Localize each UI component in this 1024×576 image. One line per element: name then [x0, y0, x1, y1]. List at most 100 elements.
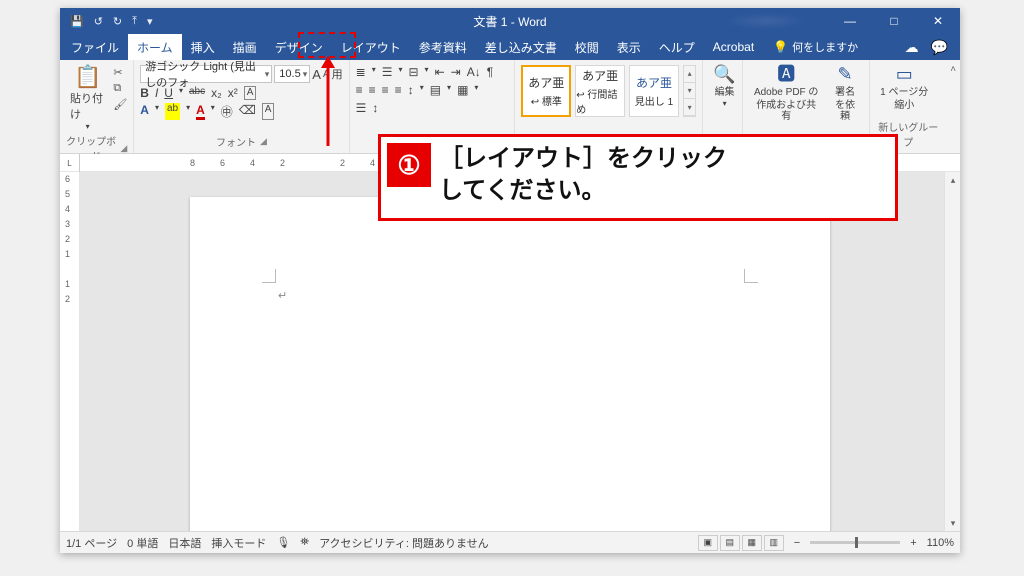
scroll-down-icon[interactable]: ▾: [945, 515, 960, 531]
margin-corner-tr: [744, 269, 758, 283]
undo-icon[interactable]: ↺: [94, 15, 103, 28]
minimize-button[interactable]: —: [828, 8, 872, 34]
highlight-button[interactable]: ab: [165, 103, 180, 120]
tab-draw[interactable]: 描画: [224, 34, 266, 60]
styles-scroll[interactable]: ▴▾▾: [683, 65, 696, 117]
tab-references[interactable]: 参考資料: [410, 34, 476, 60]
status-page[interactable]: 1/1 ページ: [66, 535, 117, 551]
enclose-char-button[interactable]: ㊥: [221, 103, 233, 120]
copy-icon[interactable]: ⧉: [113, 82, 127, 95]
view-buttons: ▣ ▤ ▦ ▥: [698, 535, 784, 551]
font-launcher-icon[interactable]: ◢: [260, 136, 267, 147]
document-canvas[interactable]: ↵: [80, 172, 944, 531]
qat-more-icon[interactable]: ▾: [147, 15, 153, 28]
record-icon[interactable]: 🎙: [276, 536, 290, 549]
multilevel-button[interactable]: ⊟: [408, 65, 418, 79]
redo-icon[interactable]: ↻: [113, 15, 122, 28]
tab-acrobat[interactable]: Acrobat: [704, 34, 763, 60]
annotation-callout: ① ［レイアウト］をクリック してください。: [378, 134, 898, 221]
editing-button[interactable]: 🔍編集▾: [709, 62, 739, 109]
ribbon-collapse-icon[interactable]: ˄: [946, 60, 960, 153]
zoom-out-button[interactable]: −: [794, 537, 800, 549]
zoom-slider[interactable]: [810, 541, 900, 544]
word-window: 💾 ↺ ↻ ⤒ ▾ 文書 1 - Word — □ ✕ ファイル ホーム 挿入 …: [60, 8, 960, 553]
focus-view-button[interactable]: ▣: [698, 535, 718, 551]
paste-button[interactable]: 📋 貼り付け ▾: [66, 62, 109, 133]
save-icon[interactable]: 💾: [70, 15, 84, 28]
font-name-combo[interactable]: 游ゴシック Light (見出しのフォ: [140, 65, 272, 83]
vertical-scrollbar[interactable]: ▴ ▾: [944, 172, 960, 531]
tab-insert[interactable]: 挿入: [182, 34, 224, 60]
bulb-icon: 💡: [773, 40, 788, 54]
feedback-icon[interactable]: 💬: [931, 39, 948, 56]
close-button[interactable]: ✕: [916, 8, 960, 34]
style-nospacing[interactable]: あア亜 ↩ 行間詰め: [575, 65, 625, 117]
group-clipboard: 📋 貼り付け ▾ ✂ ⧉ 🖌 クリップボード◢: [60, 60, 134, 153]
zoom-in-button[interactable]: +: [910, 537, 916, 549]
status-accessibility[interactable]: アクセシビリティ: 問題ありません: [319, 535, 489, 551]
text-direction-button[interactable]: ↕: [372, 101, 378, 115]
tab-view[interactable]: 表示: [608, 34, 650, 60]
line-spacing-button[interactable]: ↕: [408, 83, 414, 97]
share-icon[interactable]: ☁: [905, 39, 919, 56]
print-layout-button[interactable]: ▤: [720, 535, 740, 551]
ribbon-tabs: ファイル ホーム 挿入 描画 デザイン レイアウト 参考資料 差し込み文書 校閲…: [60, 34, 960, 60]
vertical-ruler[interactable]: 6 5 4 3 2 1 1 2: [60, 172, 80, 531]
tab-layout[interactable]: レイアウト: [332, 34, 410, 60]
status-insert-mode[interactable]: 挿入モード: [211, 535, 266, 551]
style-normal[interactable]: あア亜 ↩ 標準: [521, 65, 571, 117]
text-effects-button[interactable]: A: [140, 103, 149, 120]
tell-me-search[interactable]: 💡 何をしますか: [763, 34, 868, 60]
zoom-value[interactable]: 110%: [927, 537, 954, 549]
cut-icon[interactable]: ✂: [113, 66, 127, 79]
align-left-button[interactable]: ≡: [356, 83, 363, 97]
indent-dec-button[interactable]: ⇤: [435, 65, 445, 79]
numbering-button[interactable]: ☰: [382, 65, 393, 79]
paragraph-mark-icon: ↵: [278, 289, 287, 302]
scroll-up-icon[interactable]: ▴: [945, 172, 960, 188]
adobe-pdf-button[interactable]: 🅰Adobe PDF の作成および共有: [749, 62, 823, 122]
show-marks-button[interactable]: ¶: [487, 65, 493, 79]
clear-format-button[interactable]: ⌫: [239, 103, 256, 120]
sort-button[interactable]: A↓: [467, 65, 481, 79]
onepage-icon: ▭: [896, 65, 913, 85]
char-shade-button[interactable]: A: [262, 103, 275, 120]
align-justify-button[interactable]: ≡: [395, 83, 402, 97]
shrink-one-page-button[interactable]: ▭1 ページ分縮小: [876, 62, 932, 111]
document-area: 6 5 4 3 2 1 1 2 ↵ ▴ ▾: [60, 172, 960, 531]
shading-button[interactable]: ▤: [430, 83, 441, 97]
format-painter-icon[interactable]: 🖌: [113, 98, 127, 111]
read-mode-button[interactable]: ▦: [742, 535, 762, 551]
font-size-combo[interactable]: 10.5: [274, 65, 310, 83]
distribute-button[interactable]: ☰: [356, 101, 367, 115]
font-color-button[interactable]: A: [196, 103, 205, 120]
annotation-step-number: ①: [387, 143, 431, 187]
style-heading1[interactable]: あア亜 見出し 1: [629, 65, 679, 117]
clipboard-launcher-icon[interactable]: ◢: [120, 143, 127, 154]
window-title: 文書 1 - Word: [473, 13, 546, 30]
request-sign-button[interactable]: ✎署名を依頼: [827, 62, 863, 122]
tab-file[interactable]: ファイル: [62, 34, 128, 60]
tell-me-label: 何をしますか: [792, 39, 858, 55]
window-controls: — □ ✕: [828, 8, 960, 34]
bullets-button[interactable]: ≣: [356, 65, 366, 79]
page[interactable]: ↵: [190, 197, 830, 531]
tab-selector[interactable]: L: [60, 154, 80, 172]
web-layout-button[interactable]: ▥: [764, 535, 784, 551]
tab-help[interactable]: ヘルプ: [650, 34, 704, 60]
align-center-button[interactable]: ≡: [369, 83, 376, 97]
user-account[interactable]: [726, 14, 806, 28]
align-right-button[interactable]: ≡: [382, 83, 389, 97]
quick-access-toolbar: 💾 ↺ ↻ ⤒ ▾: [60, 15, 163, 28]
status-words[interactable]: 0 単語: [127, 535, 158, 551]
status-language[interactable]: 日本語: [168, 535, 201, 551]
margin-corner-tl: [262, 269, 276, 283]
paste-label: 貼り付け: [70, 90, 105, 122]
borders-button[interactable]: ▦: [457, 83, 468, 97]
indent-inc-button[interactable]: ⇥: [451, 65, 461, 79]
autosave-icon[interactable]: ⤒: [132, 15, 137, 28]
tab-review[interactable]: 校閲: [566, 34, 608, 60]
maximize-button[interactable]: □: [872, 8, 916, 34]
tab-mailings[interactable]: 差し込み文書: [476, 34, 566, 60]
tab-home[interactable]: ホーム: [128, 34, 182, 60]
